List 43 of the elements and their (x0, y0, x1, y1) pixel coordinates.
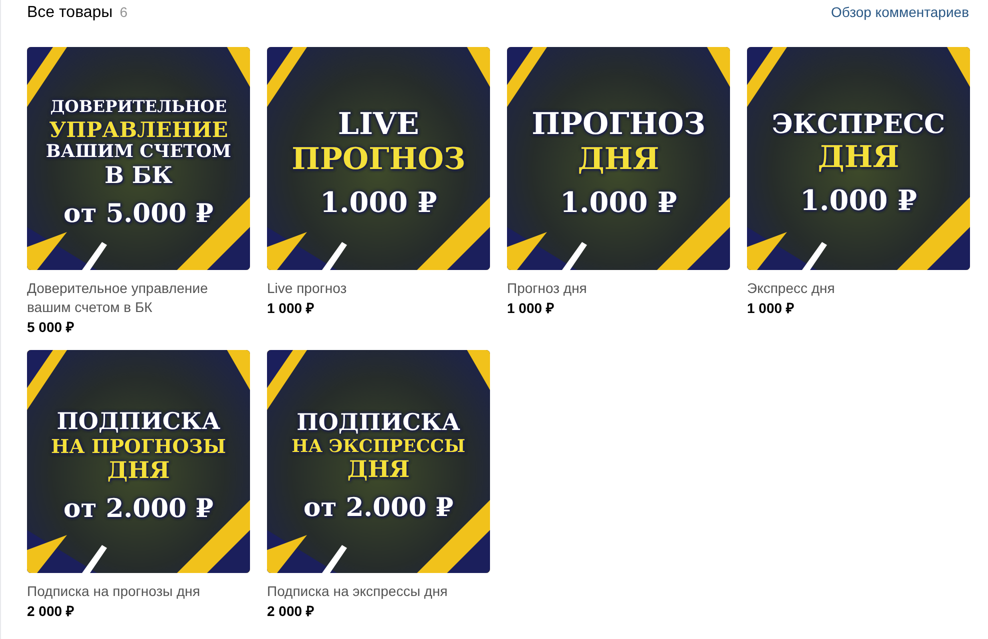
product-banner[interactable]: ПРОГНОЗ ДНЯ 1.000 ₽ (507, 47, 730, 270)
banner-text: ЭКСПРЕСС (772, 110, 946, 140)
banner-text: ДНЯ (347, 457, 410, 484)
product-banner[interactable]: LIVE ПРОГНОЗ 1.000 ₽ (267, 47, 490, 270)
comments-link[interactable]: Обзор комментариев (830, 4, 969, 20)
item-count: 6 (120, 4, 128, 20)
product-title[interactable]: Подписка на прогнозы дня (27, 582, 250, 601)
product-title[interactable]: Экспресс дня (747, 279, 970, 298)
banner-text: УПРАВЛЕНИЕ (49, 118, 228, 142)
banner-text: ДНЯ (107, 458, 170, 484)
product-price: 2 000 ₽ (27, 602, 75, 621)
banner-text: ПОДПИСКА (296, 410, 460, 436)
banner-text: ВАШИМ СЧЕТОМ (46, 142, 232, 162)
banner-text: ДНЯ (818, 140, 900, 174)
product-title[interactable]: Прогноз дня (507, 279, 730, 298)
product-price: 5 000 ₽ (27, 318, 75, 337)
banner-text: ДНЯ (578, 142, 660, 176)
banner-text: LIVE (338, 108, 420, 142)
banner-text: НА ПРОГНОЗЫ (51, 436, 226, 458)
banner-text: от 5.000 ₽ (64, 200, 214, 229)
banner-text: В БК (104, 162, 173, 189)
product-title[interactable]: Подписка на экспрессы дня (267, 582, 490, 601)
product-banner[interactable]: ДОВЕРИТЕЛЬНОЕ УПРАВЛЕНИЕ ВАШИМ СЧЕТОМ В БК от 5.000 ₽ (27, 47, 250, 270)
product-price: 1 000 ₽ (747, 299, 795, 318)
product-price: 2 000 ₽ (267, 602, 315, 621)
banner-text: 1.000 ₽ (560, 187, 677, 219)
product-banner[interactable]: ЭКСПРЕСС ДНЯ 1.000 ₽ (747, 47, 970, 270)
product-title[interactable]: Доверительное управление вашим счетом в БК (27, 279, 250, 317)
banner-text: 1.000 ₽ (800, 185, 917, 217)
product-title[interactable]: Live прогноз (267, 279, 490, 298)
banner-text: ПРОГНОЗ (292, 142, 466, 176)
product-banner[interactable]: ПОДПИСКА НА ПРОГНОЗЫ ДНЯ от 2.000 ₽ (27, 350, 250, 573)
banner-text: от 2.000 ₽ (304, 494, 454, 524)
banner-text: 1.000 ₽ (320, 187, 437, 219)
product-price: 1 000 ₽ (507, 299, 555, 318)
product-banner[interactable]: ПОДПИСКА НА ЭКСПРЕССЫ ДНЯ от 2.000 ₽ (267, 350, 490, 573)
product-price: 1 000 ₽ (267, 299, 315, 318)
banner-text: ПРОГНОЗ (532, 108, 706, 142)
banner-text: НА ЭКСПРЕССЫ (292, 436, 466, 456)
banner-text: от 2.000 ₽ (64, 495, 214, 524)
section-title: Все товары (27, 4, 113, 22)
banner-text: ДОВЕРИТЕЛЬНОЕ (50, 98, 227, 117)
banner-text: ПОДПИСКА (56, 409, 220, 435)
